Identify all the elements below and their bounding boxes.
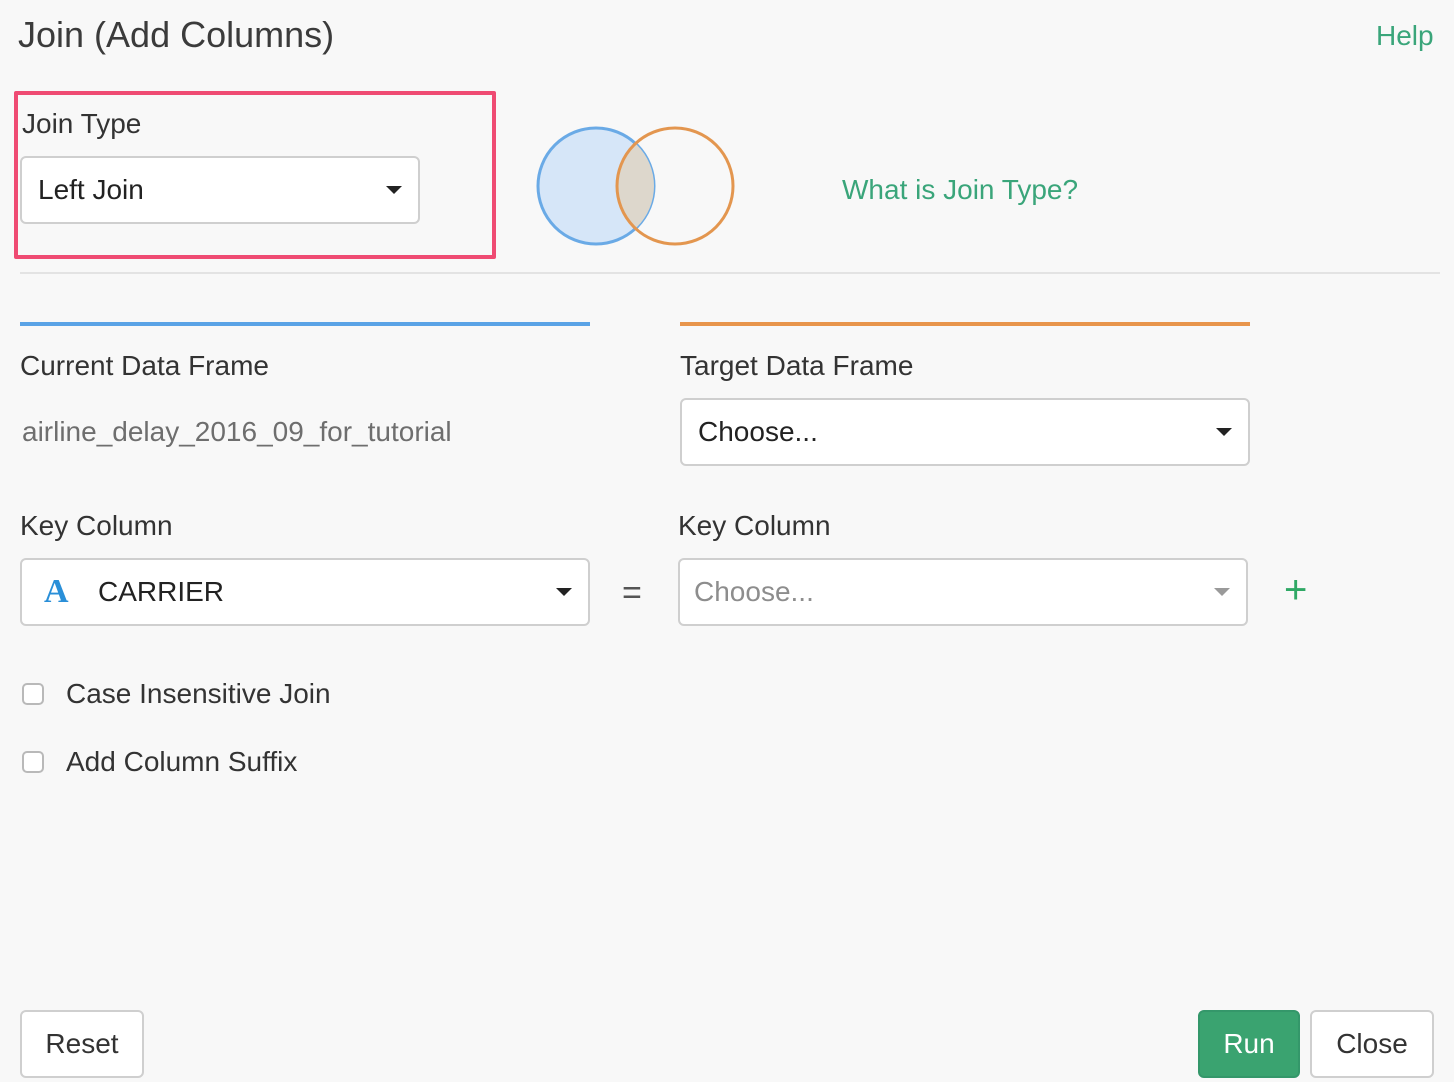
- equals-sign: =: [622, 574, 642, 612]
- reset-button[interactable]: Reset: [20, 1010, 144, 1078]
- current-key-column-label: Key Column: [20, 510, 173, 541]
- join-type-selected-value: Left Join: [38, 174, 144, 205]
- chevron-down-icon: [386, 186, 402, 194]
- add-column-suffix-checkbox[interactable]: [22, 751, 44, 773]
- close-button[interactable]: Close: [1310, 1010, 1434, 1078]
- current-frame-label: Current Data Frame: [20, 350, 269, 381]
- current-frame-color-bar: [20, 322, 590, 326]
- case-insensitive-label[interactable]: Case Insensitive Join: [66, 678, 331, 710]
- current-key-column-value: CARRIER: [98, 576, 225, 607]
- join-type-label: Join Type: [22, 108, 142, 139]
- string-type-icon: A: [44, 573, 69, 610]
- chevron-down-icon: [1216, 428, 1232, 436]
- join-type-select[interactable]: Left Join: [20, 156, 420, 224]
- dialog-title: Join (Add Columns): [18, 14, 335, 55]
- target-key-column-select[interactable]: Choose...: [678, 558, 1248, 626]
- add-key-column-button[interactable]: +: [1284, 570, 1307, 610]
- add-column-suffix-label[interactable]: Add Column Suffix: [66, 746, 297, 778]
- target-frame-select[interactable]: Choose...: [680, 398, 1250, 466]
- venn-diagram-icon: [536, 126, 735, 246]
- case-insensitive-checkbox[interactable]: [22, 683, 44, 705]
- target-frame-selected-value: Choose...: [698, 416, 818, 447]
- help-link[interactable]: Help: [1376, 20, 1434, 52]
- current-key-column-select[interactable]: A CARRIER: [20, 558, 590, 626]
- section-divider: [20, 272, 1440, 274]
- target-frame-color-bar: [680, 322, 1250, 326]
- target-frame-label: Target Data Frame: [680, 350, 914, 381]
- chevron-down-icon: [556, 588, 572, 596]
- chevron-down-icon: [1214, 588, 1230, 596]
- run-button[interactable]: Run: [1198, 1010, 1300, 1078]
- what-is-join-type-link[interactable]: What is Join Type?: [842, 174, 1078, 206]
- current-frame-name: airline_delay_2016_09_for_tutorial: [22, 416, 452, 447]
- target-key-column-placeholder: Choose...: [694, 576, 814, 607]
- target-key-column-label: Key Column: [678, 510, 831, 541]
